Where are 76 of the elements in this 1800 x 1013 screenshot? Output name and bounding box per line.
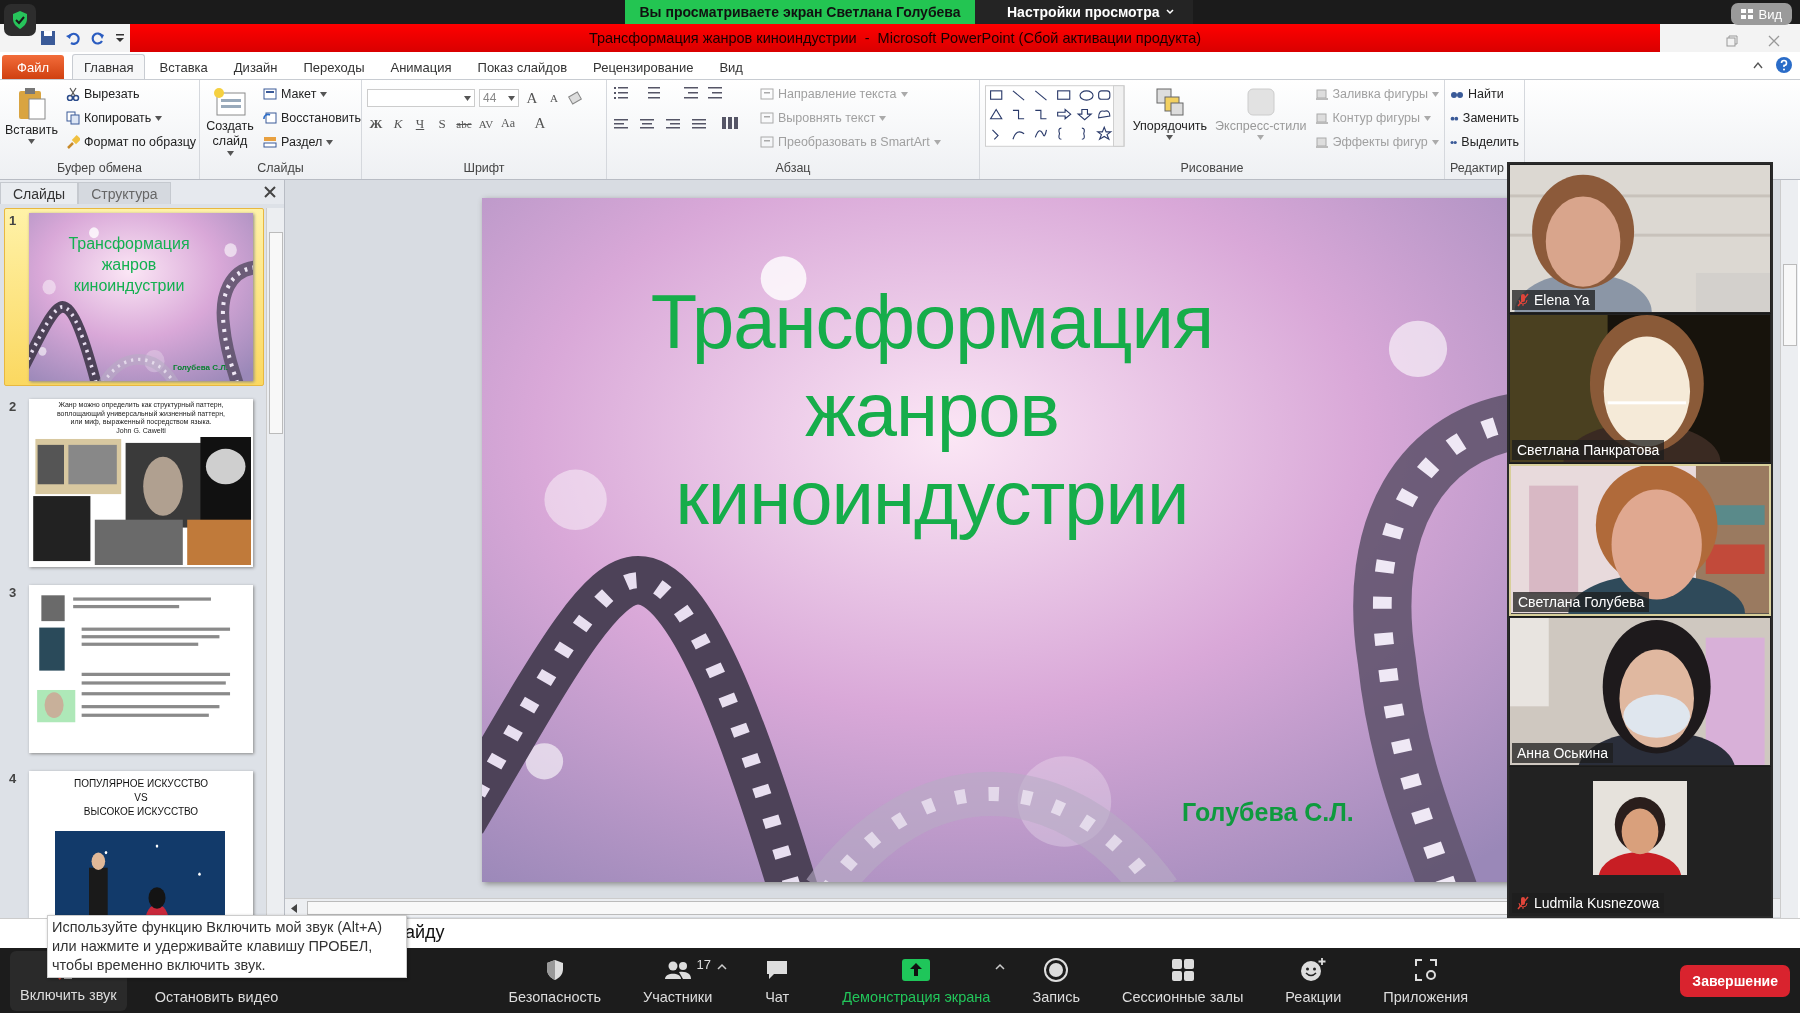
slide-title: жанров [101,255,157,275]
slide-number: 3 [9,585,18,602]
ribbon-tab[interactable]: Главная [72,54,146,79]
slide-number: 1 [9,213,18,230]
section-button[interactable]: Раздел [263,131,362,153]
editing-button[interactable]: Найти [1450,83,1519,105]
group-label: Слайды [256,161,305,177]
copy-button[interactable]: Копировать [66,107,197,129]
window-title: Трансформация жанров киноиндустрии - Microsoft PowerPoint (Сбой активации продукта) [588,30,1202,46]
font-size-step-button[interactable]: A [545,92,563,104]
slide-thumbnail-row[interactable]: 4 ПОПУЛЯРНОЕ ИСКУССТВО VS ВЫСОКОЕ ИСКУССТВО [4,766,264,918]
toolbar-button[interactable]: Приложения [1365,950,1487,1011]
slide-number: 2 [9,399,18,416]
video-tile[interactable]: Светлана Панкратова [1509,314,1771,464]
ribbon-tab[interactable]: Рецензирование [581,54,706,79]
video-tile[interactable]: Светлана Голубева [1509,464,1771,616]
video-tile[interactable]: Анна Оськина [1509,616,1771,766]
ribbon-tab[interactable]: Вид [707,54,755,79]
participant-count: 17 [696,956,712,972]
slide-title: киноиндустрии [73,276,185,296]
end-meeting-button[interactable]: Завершение [1680,964,1790,997]
toolbar-button[interactable]: 17 Участники [624,950,731,1011]
toolbar-button[interactable]: Запись [1014,950,1098,1011]
group-label: Редактир [1450,161,1504,177]
participant-name: Ludmila Kusnezowa [1512,893,1665,913]
slide-number: 4 [9,771,18,788]
participant-name: Светлана Панкратова [1512,440,1665,461]
tooltip: Используйте функцию Включить мой звук (Alt+A) или нажмите и удерживайте клавишу ПРОБЕЛ, чтобы временно включить звук. [47,915,407,978]
slide-title: Трансформация [68,234,190,254]
participant-name: Светлана Голубева [1513,591,1650,612]
layout-button[interactable]: Макет [263,83,362,105]
slide-thumbnail-row[interactable]: 3 [4,580,264,758]
panel-tab[interactable]: Слайды [0,182,79,204]
font-format-button[interactable]: abc [455,117,473,130]
group-label: Шрифт [462,161,506,177]
font-size-field[interactable]: 44 [479,89,519,107]
reset-button[interactable]: Восстановить [263,107,362,129]
slide-heading: ПОПУЛЯРНОЕ ИСКУССТВО VS ВЫСОКОЕ ИСКУССТВО [72,777,210,819]
format-painter-button[interactable]: Формат по образцу [66,131,197,153]
slide-thumbnail-row[interactable]: 1 Трансформация жанров киноиндустрии Голубева С.Л. [4,208,264,386]
cut-button[interactable]: Вырезать [66,83,197,105]
font-format-button[interactable]: A [531,115,549,132]
slide-author: Голубева С.Л. [173,363,228,372]
toolbar-button[interactable]: Реакции [1267,950,1360,1011]
font-format-button[interactable]: Ж [367,115,385,132]
ribbon-tab[interactable]: Переходы [291,54,377,79]
paste-button[interactable]: Вставить [5,83,58,144]
group-label: Буфер обмена [56,161,143,177]
participant-name: Анна Оськина [1512,742,1614,763]
ribbon-tab[interactable]: Вставка [147,54,220,79]
panel-tab[interactable]: Структура [78,182,171,204]
slide-thumbnail[interactable]: ПОПУЛЯРНОЕ ИСКУССТВО VS ВЫСОКОЕ ИСКУССТВО [29,771,253,918]
font-format-button[interactable]: AV [477,117,495,130]
font-format-button[interactable]: S [433,115,451,132]
editing-button[interactable]: Заменить [1450,107,1519,129]
ribbon-tab[interactable]: Показ слайдов [465,54,580,79]
toolbar-button[interactable]: Чат [736,950,819,1011]
sharing-banner: Вы просматриваете экран Светлана Голубева [625,0,975,24]
toolbar-button[interactable]: Демонстрация экрана [824,950,1009,1011]
font-format-button[interactable]: К [389,115,407,132]
font-format-button[interactable]: Ч [411,115,429,132]
group-label: Абзац [774,161,812,177]
new-slide-button[interactable]: Создать слайд [205,83,255,156]
ribbon-tab[interactable]: Анимация [378,54,464,79]
editing-button[interactable]: Выделить [1450,131,1519,153]
view-settings-button[interactable]: Настройки просмотра [975,0,1194,24]
toolbar-button[interactable]: Сессионные залы [1104,950,1262,1011]
group-label: Рисование [1179,161,1245,177]
font-format-button[interactable]: Aa [499,116,517,131]
notes-text: айду [405,921,445,943]
ribbon-tab[interactable]: Дизайн [221,54,290,79]
font-size-step-button[interactable]: A [523,89,541,107]
file-tab[interactable]: Файл [2,55,64,79]
arrange-button[interactable]: Упорядочить [1132,83,1208,140]
video-tile[interactable]: Ludmila Kusnezowa [1509,766,1771,916]
toolbar-button[interactable]: Безопасность [490,950,619,1011]
